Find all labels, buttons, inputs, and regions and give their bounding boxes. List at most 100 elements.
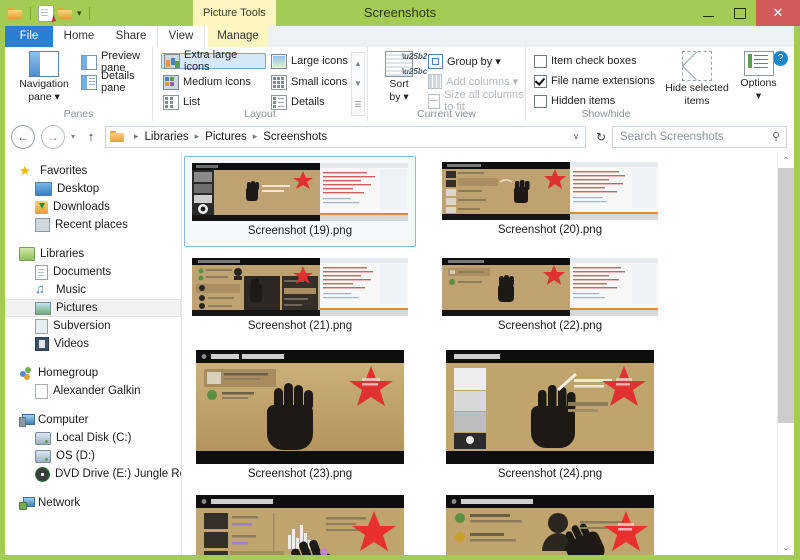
sidebar-item-recent-places[interactable]: Recent places: [5, 216, 181, 234]
nav-label-subversion: Subversion: [53, 320, 111, 332]
nav-label-recent-places: Recent places: [55, 219, 128, 231]
navigation-pane-icon: [29, 51, 59, 77]
nav-section-homegroup[interactable]: Homegroup: [5, 364, 181, 382]
sidebar-item-os-d[interactable]: OS (D:): [5, 447, 181, 465]
file-item[interactable]: Screenshot (23).png: [184, 344, 416, 484]
sidebar-item-videos[interactable]: Videos: [5, 335, 181, 353]
scroll-down-icon[interactable]: ⌄: [778, 539, 794, 555]
nav-section-computer[interactable]: Computer: [5, 411, 181, 429]
options-button[interactable]: Options ▾: [731, 51, 786, 102]
file-name-extensions-label: File name extensions: [551, 75, 655, 87]
breadcrumb[interactable]: ▸ Libraries ▸ Pictures ▸ Screenshots ∨: [105, 125, 586, 148]
recent-places-icon: [35, 218, 50, 232]
file-name-extensions-option[interactable]: File name extensions: [534, 73, 655, 89]
small-icons-button[interactable]: Small icons: [271, 74, 347, 90]
item-check-boxes-checkbox[interactable]: [534, 54, 547, 68]
scrollbar-thumb[interactable]: [778, 168, 794, 423]
thumbnail-image: [442, 162, 658, 220]
sidebar-item-pictures[interactable]: Pictures: [5, 299, 181, 317]
nav-section-network[interactable]: Network: [5, 494, 181, 512]
breadcrumb-item-pictures[interactable]: Pictures: [204, 131, 248, 143]
address-dropdown-icon[interactable]: ∨: [567, 131, 585, 142]
breadcrumb-sep-1: ▸: [194, 131, 200, 141]
contextual-tab-label: Picture Tools: [203, 7, 266, 19]
desktop-icon: [35, 182, 52, 196]
group-by-button[interactable]: Group by ▾: [428, 53, 501, 69]
file-name-extensions-checkbox[interactable]: [534, 74, 547, 88]
nav-label-alexander-galkin: Alexander Galkin: [53, 385, 141, 397]
large-icons-button[interactable]: Large icons: [271, 53, 348, 69]
tab-home[interactable]: Home: [53, 26, 105, 47]
tab-manage[interactable]: Manage: [208, 26, 268, 47]
file-item[interactable]: Screenshot (22).png: [434, 252, 666, 343]
file-item[interactable]: Screenshot (21).png: [184, 252, 416, 343]
scroll-up-icon[interactable]: ⌃: [778, 152, 794, 168]
gallery-scroll-up-icon[interactable]: ▲: [354, 59, 362, 68]
history-caret-icon[interactable]: ▾: [65, 132, 81, 141]
hidden-items-option[interactable]: Hidden items: [534, 93, 615, 109]
details-pane-button[interactable]: Details pane: [81, 70, 152, 94]
hide-selected-items-button[interactable]: Hide selected items: [661, 51, 733, 107]
vertical-scrollbar[interactable]: ⌃ ⌄: [777, 152, 794, 555]
up-button[interactable]: ↑: [81, 129, 101, 144]
sidebar-item-dvd-drive-e[interactable]: DVD Drive (E:) Jungle Repo: [5, 465, 181, 483]
file-list[interactable]: Screenshot (19).png Screenshot (20).png …: [182, 152, 778, 555]
layout-gallery-scroll[interactable]: ▲ ▼ ☰: [351, 52, 365, 116]
search-icon[interactable]: ⚲: [766, 130, 786, 143]
properties-icon[interactable]: [38, 4, 54, 22]
tab-view[interactable]: View: [157, 26, 205, 47]
options-icon: [743, 51, 774, 76]
refresh-icon[interactable]: ↻: [590, 130, 612, 144]
search-placeholder: Search Screenshots: [620, 130, 724, 143]
search-input[interactable]: Search Screenshots ⚲: [612, 125, 787, 148]
file-item[interactable]: Screenshot (20).png: [434, 156, 666, 247]
item-check-boxes-option[interactable]: Item check boxes: [534, 53, 637, 69]
libraries-icon: [19, 247, 35, 261]
sidebar-item-desktop[interactable]: Desktop: [5, 180, 181, 198]
folder-icon[interactable]: [8, 7, 23, 20]
customize-caret-icon[interactable]: ▾: [77, 8, 82, 18]
sort-by-button[interactable]: \u25b2 \u25bc Sort by ▾: [374, 51, 427, 103]
computer-icon: [19, 414, 35, 427]
large-icons-label: Large icons: [291, 55, 348, 67]
hidden-items-checkbox[interactable]: [534, 94, 547, 108]
gallery-scroll-down-icon[interactable]: ▼: [354, 79, 362, 88]
sidebar-item-documents[interactable]: Documents: [5, 263, 181, 281]
file-item[interactable]: [184, 489, 416, 555]
tab-file[interactable]: File: [5, 26, 53, 47]
extra-large-icons-label: Extra large icons: [184, 49, 238, 73]
nav-label-videos: Videos: [54, 338, 89, 350]
nav-section-favorites[interactable]: ★ Favorites: [5, 162, 181, 180]
dvd-drive-icon: [35, 466, 50, 482]
extra-large-icons-button[interactable]: Extra large icons: [161, 49, 266, 73]
nav-section-libraries[interactable]: Libraries: [5, 245, 181, 263]
close-button[interactable]: ✕: [756, 0, 800, 26]
back-button[interactable]: ←: [11, 124, 35, 149]
sidebar-item-local-disk-c[interactable]: Local Disk (C:): [5, 429, 181, 447]
hide-selected-items-label-2: items: [684, 95, 710, 107]
file-item[interactable]: Screenshot (19).png: [184, 156, 416, 247]
network-icon: [19, 497, 35, 510]
tab-strip-filler: [268, 26, 794, 48]
navigation-pane-button[interactable]: Navigation pane ▾: [13, 51, 75, 103]
breadcrumb-item-libraries[interactable]: Libraries: [144, 131, 190, 143]
file-item[interactable]: [434, 489, 666, 555]
sidebar-item-downloads[interactable]: Downloads: [5, 198, 181, 216]
navigation-pane[interactable]: ★ Favorites Desktop Downloads Recent pla…: [5, 152, 182, 555]
new-folder-icon[interactable]: [58, 7, 73, 20]
sidebar-item-alexander-galkin[interactable]: Alexander Galkin: [5, 382, 181, 400]
quick-access-toolbar: ▾: [8, 2, 93, 24]
forward-button[interactable]: →: [41, 124, 65, 149]
breadcrumb-item-screenshots[interactable]: Screenshots: [262, 131, 328, 143]
address-bar: ← → ▾ ↑ ▸ Libraries ▸ Pictures ▸ Screens…: [5, 121, 794, 152]
thumbnail: [442, 162, 658, 220]
preview-pane-button[interactable]: Preview pane: [81, 50, 152, 74]
maximize-button[interactable]: [724, 0, 756, 26]
sidebar-item-subversion[interactable]: Subversion: [5, 317, 181, 335]
sort-by-label-1: Sort: [389, 78, 409, 90]
tab-share[interactable]: Share: [105, 26, 157, 47]
sidebar-item-music[interactable]: ♫ Music: [5, 281, 181, 299]
file-item[interactable]: Screenshot (24).png: [434, 344, 666, 484]
medium-icons-button[interactable]: Medium icons: [163, 74, 251, 90]
minimize-button[interactable]: [692, 0, 724, 26]
